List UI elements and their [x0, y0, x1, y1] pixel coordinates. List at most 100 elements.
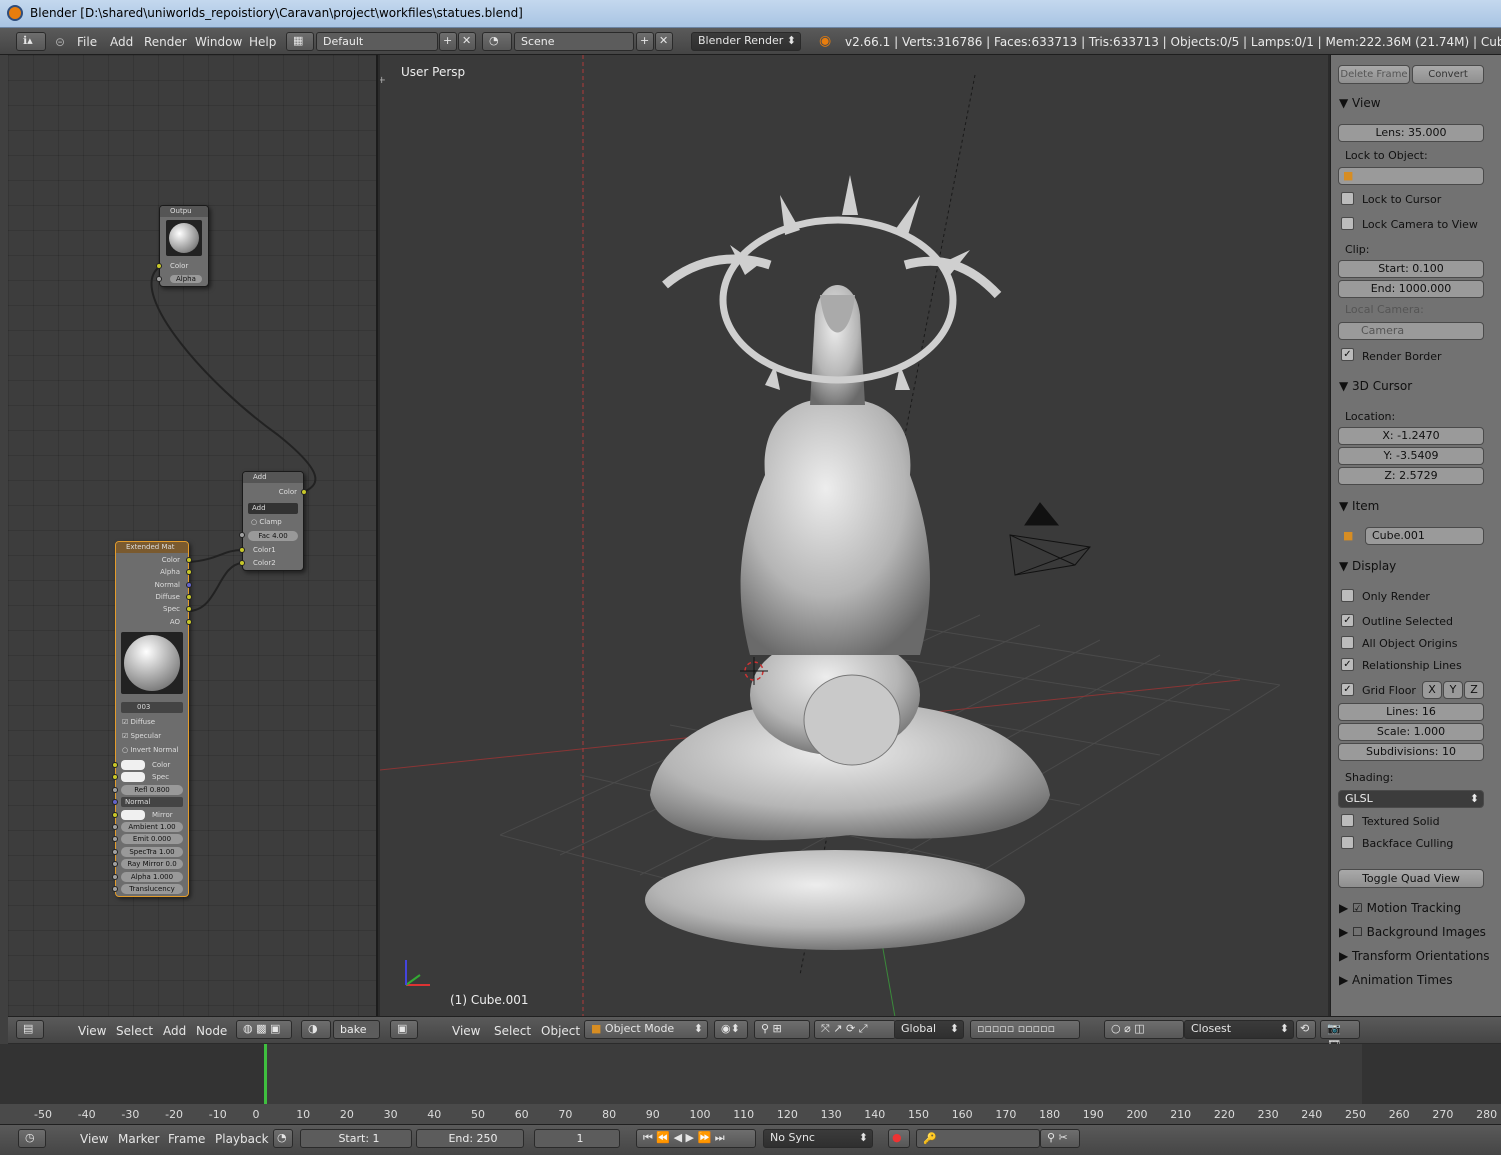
material-input-field[interactable]: Alpha 1.000: [121, 871, 183, 882]
material-input-socket[interactable]: [112, 799, 118, 806]
node-menu-select[interactable]: Select: [116, 1024, 153, 1038]
add-output-socket[interactable]: [301, 489, 307, 495]
textured-solid-checkbox[interactable]: [1341, 814, 1354, 827]
transform-orientations-panel-header[interactable]: ▶ Transform Orientations: [1339, 949, 1490, 963]
editor-type-node-button[interactable]: ▤: [16, 1020, 44, 1039]
clip-end-field[interactable]: End: 1000.000: [1338, 280, 1484, 298]
convert-button[interactable]: Convert: [1412, 65, 1484, 84]
transform-manipulator-icons[interactable]: ⤧ ↗ ⟳ ⤢: [814, 1020, 896, 1039]
add-layout-button[interactable]: +: [439, 32, 457, 51]
outline-selected-checkbox[interactable]: ✓: [1341, 614, 1354, 627]
record-icon[interactable]: ●: [888, 1129, 910, 1148]
color-swatch[interactable]: [121, 760, 145, 770]
menu-help[interactable]: Help: [249, 35, 276, 49]
specular-checkbox[interactable]: ☑ Specular: [122, 732, 161, 740]
clip-start-field[interactable]: Start: 0.100: [1338, 260, 1484, 278]
keying-set-field[interactable]: 🔑: [916, 1129, 1040, 1148]
axis-z-toggle[interactable]: Z: [1464, 681, 1484, 699]
lock-object-field[interactable]: ■: [1338, 167, 1484, 185]
material-output-socket[interactable]: [186, 581, 192, 588]
material-selector[interactable]: 003: [121, 702, 183, 713]
all-origins-checkbox[interactable]: [1341, 636, 1354, 649]
fac-socket[interactable]: [239, 532, 245, 538]
material-input-socket[interactable]: [112, 774, 118, 781]
material-icon[interactable]: ◑: [301, 1020, 331, 1039]
collapse-icon[interactable]: ⊝: [55, 35, 65, 49]
material-input-field[interactable]: Normal: [121, 797, 183, 808]
material-input-field[interactable]: Ambient 1.00: [121, 822, 183, 832]
menu-add[interactable]: Add: [110, 35, 133, 49]
menu-file[interactable]: File: [77, 35, 97, 49]
add-node[interactable]: Add Color Add ○ Clamp Fac 4.00 Color1 Co…: [239, 471, 307, 571]
add-mode-select[interactable]: Add: [248, 503, 298, 514]
node-editor[interactable]: Outpu Color Alpha Add Color Add ○ Clamp …: [8, 55, 378, 1017]
lens-field[interactable]: Lens: 35.000: [1338, 124, 1484, 142]
orientation-select[interactable]: Global ⬍: [894, 1020, 964, 1039]
material-input-socket[interactable]: [112, 811, 118, 818]
material-input-field[interactable]: Refl 0.800: [121, 784, 183, 795]
relationship-lines-checkbox[interactable]: ✓: [1341, 658, 1354, 671]
keyframe-insert-icons[interactable]: ⚲ ✂: [1040, 1129, 1080, 1148]
layout-name-field[interactable]: Default: [316, 32, 438, 51]
node-menu-add[interactable]: Add: [163, 1024, 186, 1038]
sync-mode-select[interactable]: No Sync ⬍: [763, 1129, 873, 1148]
bake-datablock-field[interactable]: bake: [333, 1020, 380, 1039]
item-panel-header[interactable]: ▼ Item: [1339, 499, 1379, 513]
menu-window[interactable]: Window: [195, 35, 242, 49]
output-alpha-field[interactable]: Alpha: [170, 275, 202, 283]
3d-viewport[interactable]: User Persp (1) Cube.001 + +: [380, 55, 1328, 1017]
only-render-checkbox[interactable]: [1341, 589, 1354, 602]
end-frame-field[interactable]: End: 250: [416, 1129, 524, 1148]
3d-cursor-panel-header[interactable]: ▼ 3D Cursor: [1339, 379, 1412, 393]
material-input-socket[interactable]: [112, 886, 118, 892]
extended-material-node[interactable]: Extended Mat Color Alpha Normal Diffuse Spec…: [112, 541, 192, 897]
grid-scale-field[interactable]: Scale: 1.000: [1338, 723, 1484, 741]
animation-times-panel-header[interactable]: ▶ Animation Times: [1339, 973, 1453, 987]
region-expand-icon[interactable]: + +: [380, 75, 386, 86]
diffuse-checkbox[interactable]: ☑ Diffuse: [122, 718, 155, 726]
cursor-y-field[interactable]: Y: -3.5409: [1338, 447, 1484, 465]
material-input-field[interactable]: Translucency: [121, 884, 183, 894]
background-images-panel-header[interactable]: ▶ ☐ Background Images: [1339, 925, 1486, 939]
preview-range-icon[interactable]: ◔: [273, 1129, 293, 1148]
render-opengl-icons[interactable]: 📷🎞: [1320, 1020, 1360, 1051]
backface-culling-checkbox[interactable]: [1341, 836, 1354, 849]
snap-rotation-icon[interactable]: ⟲: [1296, 1020, 1316, 1039]
local-camera-field[interactable]: Camera: [1338, 322, 1484, 340]
material-input-field[interactable]: Spec: [146, 772, 169, 782]
lock-to-cursor-checkbox[interactable]: [1341, 192, 1354, 205]
motion-tracking-panel-header[interactable]: ▶ ☑ Motion Tracking: [1339, 901, 1461, 915]
menu-render[interactable]: Render: [144, 35, 187, 49]
material-input-socket[interactable]: [112, 848, 118, 855]
color1-socket[interactable]: [239, 547, 245, 553]
playback-controls[interactable]: ⏮ ⏪ ◀ ▶ ⏩ ⏭: [636, 1129, 756, 1148]
viewport-menu-select[interactable]: Select: [494, 1024, 531, 1038]
output-alpha-socket[interactable]: [156, 276, 162, 282]
layer-buttons[interactable]: ▫▫▫▫▫ ▫▫▫▫▫: [970, 1020, 1080, 1039]
viewport-menu-view[interactable]: View: [452, 1024, 480, 1038]
proportional-snap-icons[interactable]: ○ ⌀ ◫: [1104, 1020, 1184, 1039]
timeline-menu-marker[interactable]: Marker: [118, 1132, 159, 1146]
render-engine-select[interactable]: Blender Render ⬍: [691, 32, 801, 51]
current-frame-field[interactable]: 1: [534, 1129, 620, 1148]
editor-type-3d-button[interactable]: ▣: [390, 1020, 418, 1039]
render-border-checkbox[interactable]: ✓: [1341, 348, 1354, 361]
lock-camera-checkbox[interactable]: [1341, 217, 1354, 230]
remove-layout-button[interactable]: ✕: [458, 32, 476, 51]
axis-x-toggle[interactable]: X: [1422, 681, 1442, 699]
clamp-checkbox[interactable]: ○ Clamp: [251, 518, 282, 526]
color-swatch[interactable]: [121, 809, 145, 820]
editor-type-info-button[interactable]: ℹ▴: [16, 32, 46, 51]
cursor-z-field[interactable]: Z: 2.5729: [1338, 467, 1484, 485]
material-input-socket[interactable]: [112, 861, 118, 868]
view-panel-header[interactable]: ▼ View: [1339, 96, 1381, 110]
shading-select[interactable]: GLSL ⬍: [1338, 790, 1484, 808]
remove-scene-button[interactable]: ✕: [655, 32, 673, 51]
output-color-socket[interactable]: [156, 263, 162, 269]
grid-lines-field[interactable]: Lines: 16: [1338, 703, 1484, 721]
node-menu-node[interactable]: Node: [196, 1024, 227, 1038]
material-input-socket[interactable]: [112, 762, 118, 768]
toggle-quad-view-button[interactable]: Toggle Quad View: [1338, 869, 1484, 888]
material-input-socket[interactable]: [112, 824, 118, 830]
add-scene-button[interactable]: +: [636, 32, 654, 51]
